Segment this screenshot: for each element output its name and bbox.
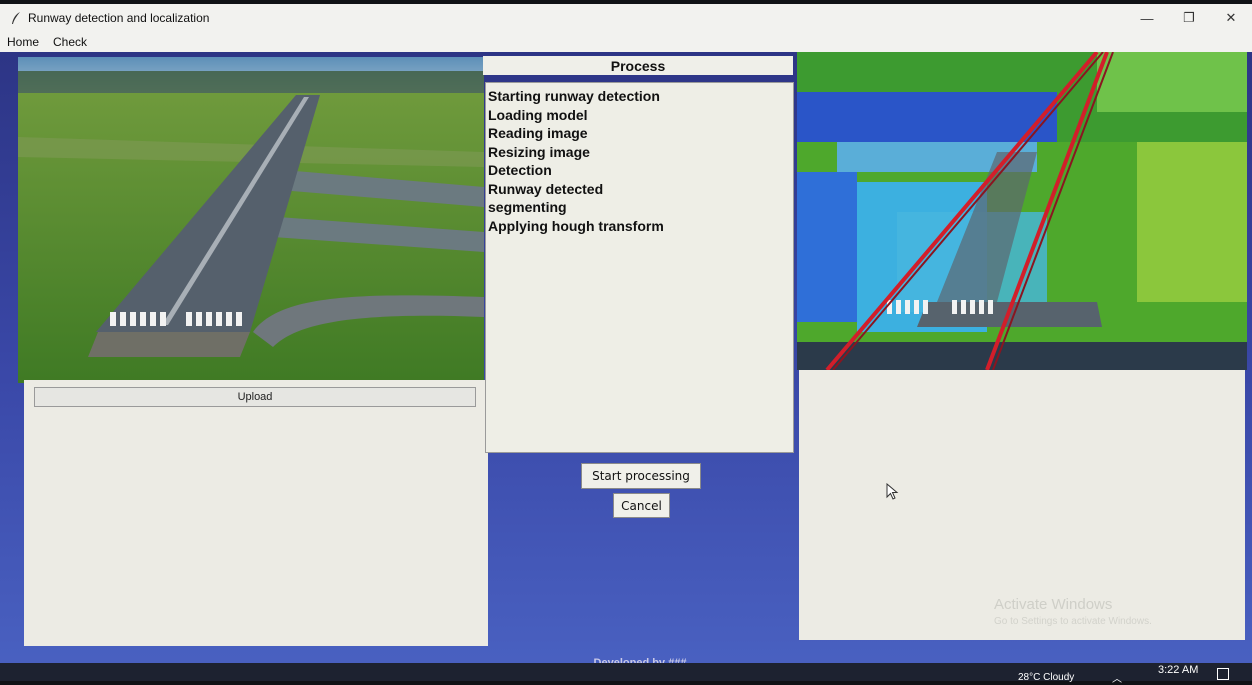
output-segmented-image: [797, 52, 1247, 370]
clock[interactable]: 3:22 AM: [1158, 664, 1198, 676]
weather-status[interactable]: 28°C Cloudy: [1018, 672, 1074, 683]
cancel-button[interactable]: Cancel: [613, 493, 670, 518]
log-line: Reading image: [488, 125, 588, 141]
log-line: Detection: [488, 162, 552, 178]
log-line: segmenting: [488, 199, 567, 215]
log-line: Applying hough transform: [488, 217, 664, 234]
output-panel: Activate Windows Go to Settings to activ…: [799, 370, 1245, 640]
start-processing-button[interactable]: Start processing: [581, 463, 701, 489]
upload-button[interactable]: Upload: [34, 387, 476, 407]
menu-bar: Home Check: [0, 32, 1252, 52]
title-bar: Runway detection and localization — ❐ ✕: [0, 4, 1252, 32]
menu-home[interactable]: Home: [0, 35, 46, 49]
window-title: Runway detection and localization: [28, 11, 210, 25]
mouse-cursor-icon: [886, 483, 899, 500]
input-panel: Upload: [24, 380, 488, 646]
log-line: Runway detected: [488, 180, 604, 197]
close-button[interactable]: ✕: [1210, 4, 1252, 32]
log-line: Loading model: [488, 106, 588, 123]
feather-icon: [12, 12, 20, 24]
activation-watermark-subtitle: Go to Settings to activate Windows.: [994, 616, 1152, 627]
log-line: Resizing image: [488, 143, 590, 160]
notification-icon[interactable]: [1217, 668, 1229, 680]
input-runway-image: [18, 57, 484, 383]
activation-watermark-title: Activate Windows: [994, 596, 1113, 613]
minimize-button[interactable]: —: [1126, 4, 1168, 32]
process-log[interactable]: Starting runway detection Loading model …: [485, 82, 794, 453]
menu-check[interactable]: Check: [46, 35, 94, 49]
restore-button[interactable]: ❐: [1168, 4, 1210, 32]
tray-expand-icon[interactable]: ︿: [1112, 670, 1122, 685]
log-line: Starting runway detection: [488, 88, 660, 104]
process-header: Process: [483, 56, 793, 75]
